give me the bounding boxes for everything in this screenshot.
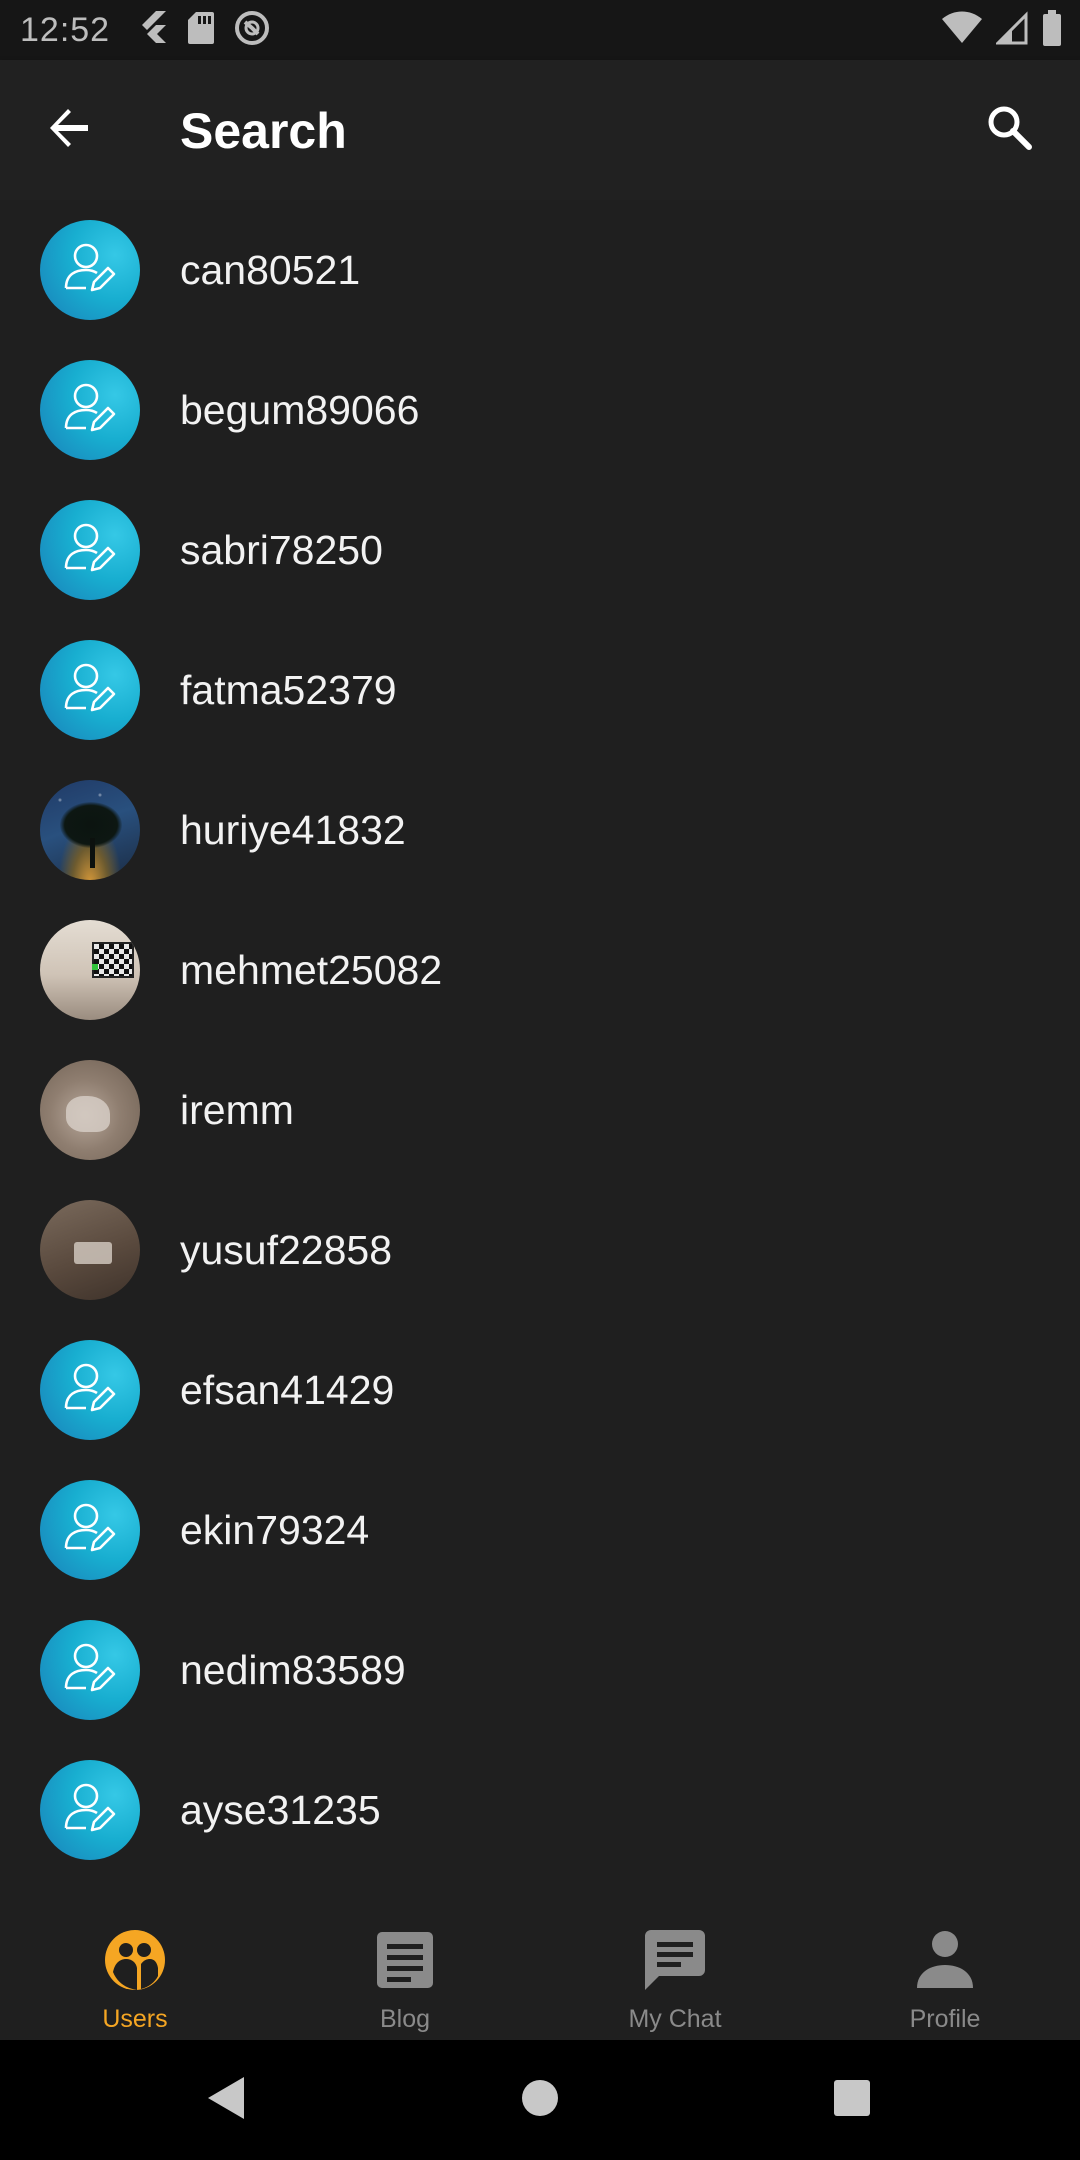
user-name: begum89066 bbox=[180, 386, 420, 433]
avatar bbox=[40, 1200, 140, 1300]
search-icon bbox=[987, 105, 1033, 156]
table-shape bbox=[74, 1242, 112, 1264]
triangle-back-icon bbox=[204, 2075, 248, 2126]
users-icon bbox=[103, 1928, 167, 1997]
status-time: 12:52 bbox=[20, 10, 111, 49]
avatar bbox=[40, 500, 140, 600]
list-item[interactable]: huriye41832 bbox=[0, 760, 1080, 900]
flutter-icon bbox=[138, 10, 168, 50]
system-recents-button[interactable] bbox=[822, 2070, 882, 2130]
chat-icon bbox=[643, 1928, 707, 1997]
avatar bbox=[40, 220, 140, 320]
system-navigation-bar bbox=[0, 2040, 1080, 2160]
user-edit-icon bbox=[64, 1363, 116, 1412]
user-name: yusuf22858 bbox=[180, 1226, 393, 1273]
user-list[interactable]: can80521 begum89066 sabri78250 fatma5237… bbox=[0, 200, 1080, 1900]
user-name: ekin79324 bbox=[180, 1506, 370, 1553]
list-item[interactable]: ayse31235 bbox=[0, 1740, 1080, 1880]
avatar bbox=[40, 1760, 140, 1860]
list-item[interactable]: mehmet25082 bbox=[0, 900, 1080, 1040]
avatar bbox=[40, 640, 140, 740]
list-item[interactable]: sabri78250 bbox=[0, 480, 1080, 620]
list-item[interactable]: can80521 bbox=[0, 200, 1080, 340]
list-item[interactable]: fatma52379 bbox=[0, 620, 1080, 760]
user-edit-icon bbox=[64, 1783, 116, 1832]
list-item[interactable]: ekin79324 bbox=[0, 1460, 1080, 1600]
user-edit-icon bbox=[64, 243, 116, 292]
user-name: fatma52379 bbox=[180, 666, 397, 713]
status-bar: 12:52 bbox=[0, 0, 1080, 60]
room-tv bbox=[92, 942, 134, 978]
dog-shape bbox=[66, 1096, 110, 1132]
status-right-icons bbox=[942, 10, 1062, 51]
status-left-icons bbox=[138, 10, 270, 51]
nav-item-profile[interactable]: Profile bbox=[810, 1900, 1080, 2040]
article-icon bbox=[373, 1928, 437, 1997]
nav-label-my-chat: My Chat bbox=[628, 2005, 722, 2033]
list-item[interactable]: nedim83589 bbox=[0, 1600, 1080, 1740]
user-name: mehmet25082 bbox=[180, 946, 443, 993]
wifi-icon bbox=[942, 11, 982, 50]
avatar bbox=[40, 780, 140, 880]
user-edit-icon bbox=[64, 1643, 116, 1692]
square-recents-icon bbox=[832, 2078, 872, 2123]
nav-label-blog: Blog bbox=[379, 2005, 431, 2033]
avatar bbox=[40, 360, 140, 460]
user-name: iremm bbox=[180, 1086, 294, 1133]
avatar bbox=[40, 920, 140, 1020]
cell-signal-icon bbox=[994, 11, 1028, 50]
list-item[interactable]: iremm bbox=[0, 1040, 1080, 1180]
avatar bbox=[40, 1480, 140, 1580]
system-home-button[interactable] bbox=[510, 2070, 570, 2130]
user-edit-icon bbox=[64, 1503, 116, 1552]
list-item[interactable]: efsan41429 bbox=[0, 1320, 1080, 1460]
nav-item-users[interactable]: Users bbox=[0, 1900, 270, 2040]
do-not-disturb-icon bbox=[234, 10, 270, 51]
user-edit-icon bbox=[64, 523, 116, 572]
nav-item-blog[interactable]: Blog bbox=[270, 1900, 540, 2040]
list-item[interactable]: begum89066 bbox=[0, 340, 1080, 480]
bottom-navigation: Users Blog My Chat Profile bbox=[0, 1900, 1080, 2040]
arrow-back-icon bbox=[48, 106, 92, 155]
circle-home-icon bbox=[520, 2078, 560, 2123]
user-name: sabri78250 bbox=[180, 526, 383, 573]
app-bar: Search bbox=[0, 60, 1080, 200]
avatar bbox=[40, 1060, 140, 1160]
nav-label-users: Users bbox=[102, 2005, 168, 2033]
search-button[interactable] bbox=[976, 96, 1044, 164]
avatar bbox=[40, 1340, 140, 1440]
person-icon bbox=[913, 1928, 977, 1997]
user-edit-icon bbox=[64, 663, 116, 712]
user-name: efsan41429 bbox=[180, 1366, 395, 1413]
avatar bbox=[40, 1620, 140, 1720]
nav-item-my-chat[interactable]: My Chat bbox=[540, 1900, 810, 2040]
battery-icon bbox=[1042, 10, 1062, 51]
user-name: ayse31235 bbox=[180, 1786, 381, 1833]
sd-card-icon bbox=[188, 11, 215, 49]
back-button[interactable] bbox=[36, 96, 104, 164]
tree-trunk bbox=[90, 838, 95, 868]
user-edit-icon bbox=[64, 383, 116, 432]
user-name: can80521 bbox=[180, 246, 361, 293]
list-item[interactable]: yusuf22858 bbox=[0, 1180, 1080, 1320]
user-name: huriye41832 bbox=[180, 806, 406, 853]
room-light bbox=[92, 964, 98, 970]
nav-label-profile: Profile bbox=[909, 2005, 981, 2033]
system-back-button[interactable] bbox=[196, 2070, 256, 2130]
page-title: Search bbox=[180, 103, 347, 159]
user-name: nedim83589 bbox=[180, 1646, 406, 1693]
